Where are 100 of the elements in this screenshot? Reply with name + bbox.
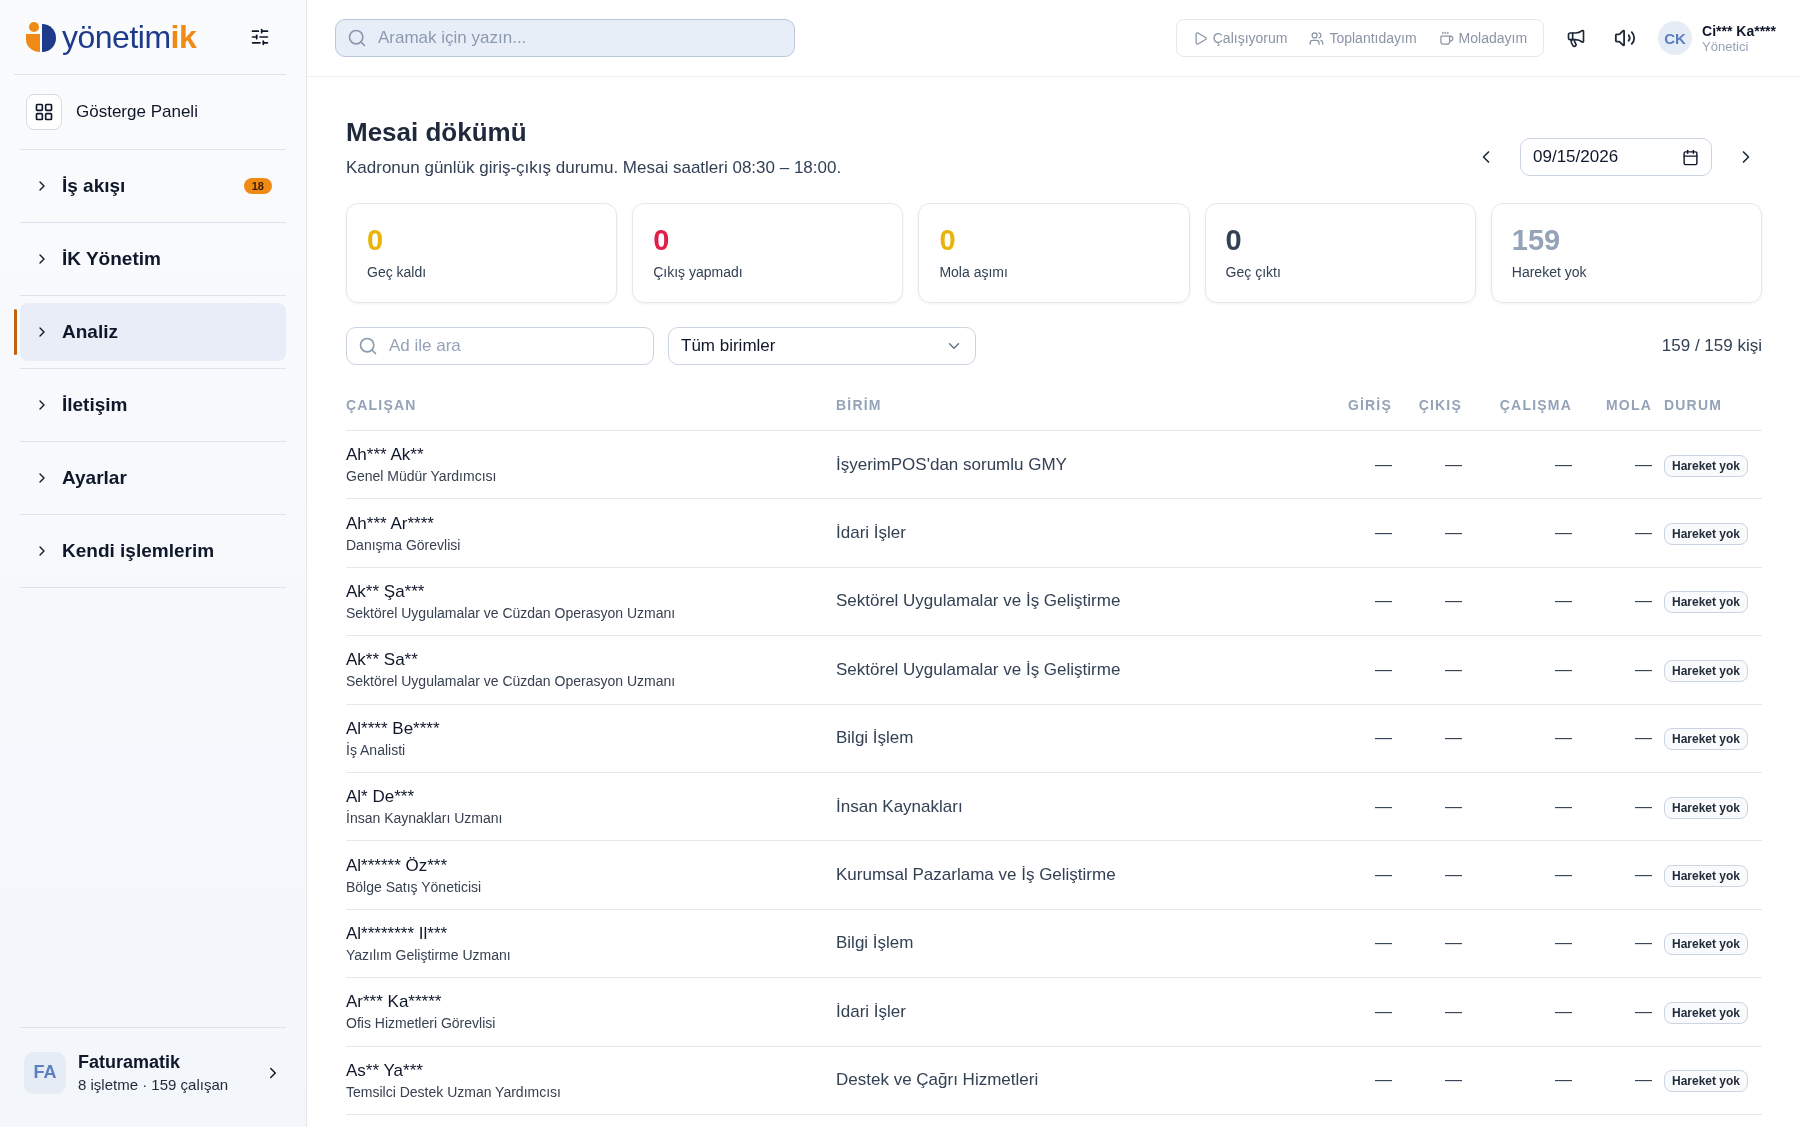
company-meta: 8 işletme · 159 çalışan: [78, 1076, 230, 1093]
check-in-cell-text: —: [1374, 728, 1392, 749]
job-title: Ofis Hizmetleri Görevlisi: [346, 1015, 497, 1032]
break-time-cell-text: —: [1634, 523, 1652, 544]
work-time-cell-text: —: [1554, 523, 1572, 544]
work-time-cell-text: —: [1554, 1001, 1572, 1022]
search-icon: [358, 336, 378, 356]
unit-cell-text: İnsan Kaynakları: [836, 796, 964, 817]
status-badge: Hareket yok: [1664, 659, 1749, 682]
work-time-cell-text: —: [1554, 591, 1572, 612]
stat-label: Geç kaldı: [367, 264, 428, 280]
employee-name: Ak** Sa**: [346, 650, 419, 671]
check-out-cell-text: —: [1444, 933, 1462, 954]
check-in-cell-text: —: [1374, 865, 1392, 886]
unit-cell-text: Bilgi İşlem: [836, 933, 915, 954]
unit-cell-text: Sektörel Uygulamalar ve İş Geliştirme: [836, 591, 1122, 612]
check-in-cell-text: —: [1374, 796, 1392, 817]
status-badge: Hareket yok: [1664, 865, 1749, 888]
check-out-cell-text: —: [1444, 591, 1462, 612]
unit-cell-text: Destek ve Çağrı Hizmetleri: [836, 1070, 1040, 1091]
check-in-cell-text: —: [1374, 591, 1392, 612]
check-in-cell-text: —: [1374, 933, 1392, 954]
logo-text: yönetimik: [62, 18, 197, 56]
settings-icon[interactable]: [250, 27, 270, 47]
job-title: İş Analisti: [346, 741, 407, 758]
status-badge: Hareket yok: [1664, 523, 1749, 546]
status-badge: Hareket yok: [1664, 796, 1749, 819]
logo-icon: [24, 21, 58, 53]
sidebar-item[interactable]: Kendi işlemlerim: [20, 522, 286, 580]
sidebar-item[interactable]: İletişim: [20, 376, 286, 434]
result-count: 159 / 159 kişi: [1661, 336, 1762, 356]
sidebar-item[interactable]: Gösterge Paneli: [20, 83, 286, 141]
break-time-cell-text: —: [1634, 796, 1652, 817]
break-time-cell-text: —: [1634, 1070, 1652, 1091]
column-header: ÇALIŞAN: [346, 396, 418, 413]
work-time-cell-text: —: [1554, 796, 1572, 817]
check-out-cell-text: —: [1444, 865, 1462, 886]
search-icon: [347, 28, 367, 48]
unit-cell-text: Kurumsal Pazarlama ve İş Geliştirme: [836, 865, 1117, 886]
check-in-cell-text: —: [1374, 1070, 1392, 1091]
company-avatar: FA: [24, 1051, 66, 1094]
employee-name: Al**** Be****: [346, 718, 441, 739]
job-title: Bölge Satış Yöneticisi: [346, 878, 483, 895]
people-icon: [1309, 30, 1325, 46]
sidebar-item[interactable]: İş akışı 18: [20, 157, 286, 215]
column-header: DURUM: [1663, 396, 1724, 413]
play-icon: [1192, 30, 1208, 46]
grid-icon: [26, 94, 62, 130]
job-title: İnsan Kaynakları Uzmanı: [346, 810, 504, 827]
break-time-cell-text: —: [1634, 454, 1652, 475]
column-header: ÇIKIŞ: [1417, 396, 1462, 413]
column-header: BİRİM: [836, 396, 883, 413]
check-in-cell-text: —: [1374, 454, 1392, 475]
stat-label: Çıkış yapmadı: [653, 264, 744, 280]
stat-value: 159: [1511, 224, 1562, 257]
work-time-cell-text: —: [1554, 659, 1572, 680]
job-title: Yazılım Geliştirme Uzmanı: [346, 946, 512, 963]
status-badge: Hareket yok: [1664, 591, 1749, 614]
page-subtitle: Kadronun günlük giriş-çıkış durumu. Mesai saatleri 08:30 – 18:00.: [346, 158, 842, 178]
work-time-cell-text: —: [1554, 454, 1572, 475]
job-title: Temsilci Destek Uzman Yardımcısı: [346, 1083, 562, 1100]
cup-icon: [1438, 30, 1454, 46]
unit-dropdown[interactable]: Tüm birimler: [668, 327, 976, 365]
check-out-cell-text: —: [1444, 1001, 1462, 1022]
break-time-cell-text: —: [1634, 728, 1652, 749]
sidebar-item[interactable]: İK Yönetim: [20, 230, 286, 288]
employee-name: Ah*** Ak**: [346, 445, 425, 466]
employee-name: As** Ya***: [346, 1060, 424, 1081]
check-out-cell-text: —: [1444, 523, 1462, 544]
job-title: Danışma Görevlisi: [346, 536, 462, 553]
check-out-cell-text: —: [1444, 728, 1462, 749]
unit-cell-text: İşyerimPOS'dan sorumlu GMY: [836, 454, 1068, 475]
check-out-cell-text: —: [1444, 796, 1462, 817]
check-out-cell-text: —: [1444, 1070, 1462, 1091]
employee-name: Ah*** Ar****: [346, 513, 435, 534]
company-switcher[interactable]: FA Faturamatik 8 işletme · 159 çalışan: [20, 1027, 286, 1117]
stat-label: Geç çıktı: [1225, 264, 1282, 280]
unit-cell-text: İdari İşler: [836, 523, 907, 544]
check-in-cell-text: —: [1374, 523, 1392, 544]
employee-name: Ar*** Ka*****: [346, 992, 443, 1013]
company-name: Faturamatik: [78, 1052, 182, 1073]
column-header: GİRİŞ: [1346, 396, 1392, 413]
sidebar-item[interactable]: Ayarlar: [20, 449, 286, 507]
work-time-cell-text: —: [1554, 933, 1572, 954]
job-title: Sektörel Uygulamalar ve Cüzdan Operasyon Uzmanı: [346, 673, 677, 690]
work-time-cell-text: —: [1554, 865, 1572, 886]
user-name: Ci*** Ka****: [1702, 22, 1776, 39]
unit-cell-text: Sektörel Uygulamalar ve İş Geliştirme: [836, 659, 1122, 680]
employee-name: Al****** Öz***: [346, 855, 449, 876]
employee-name: Al******** Il***: [346, 923, 449, 944]
date-field[interactable]: 09/15/2026: [1520, 138, 1712, 176]
status-badge: Hareket yok: [1664, 728, 1749, 751]
stat-value: 0: [653, 224, 671, 257]
break-time-cell-text: —: [1634, 659, 1652, 680]
break-time-cell-text: —: [1634, 591, 1652, 612]
status-badge: Hareket yok: [1664, 454, 1749, 477]
job-title: Sektörel Uygulamalar ve Cüzdan Operasyon Uzmanı: [346, 604, 677, 621]
stat-label: Mola aşımı: [939, 264, 1009, 280]
name-search-field[interactable]: Ad ile ara: [346, 327, 654, 365]
search-field[interactable]: Aramak için yazın...: [335, 19, 795, 57]
